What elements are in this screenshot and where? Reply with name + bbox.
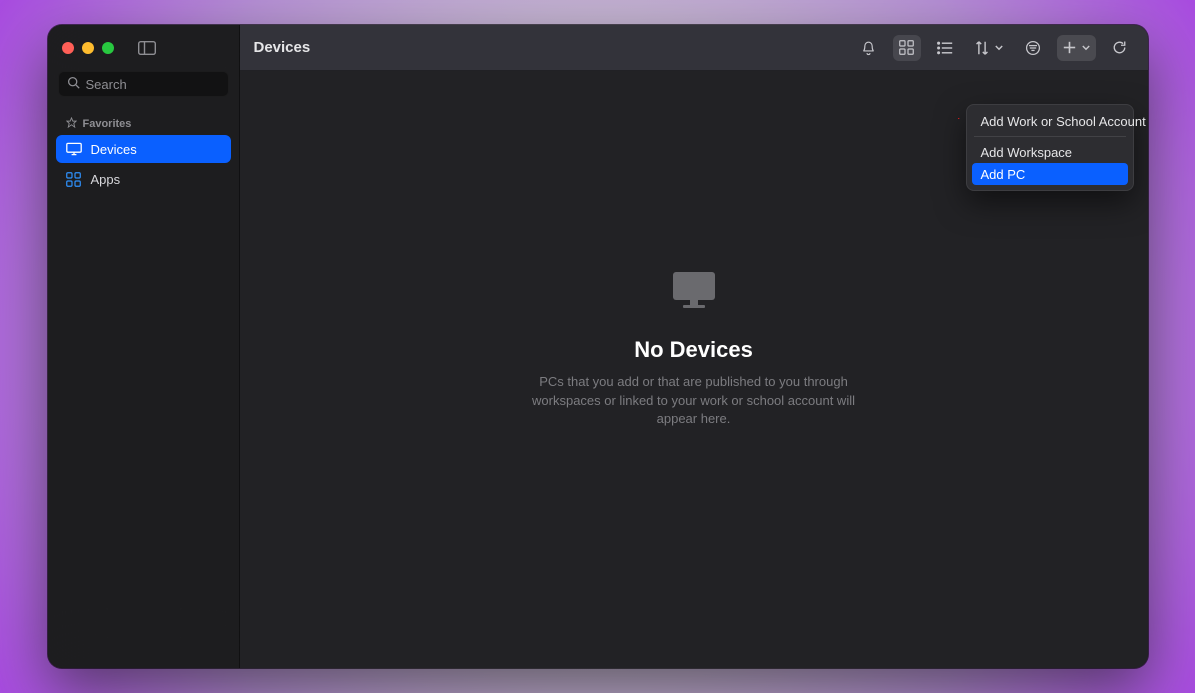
close-window-button[interactable] [62, 42, 74, 54]
minimize-window-button[interactable] [82, 42, 94, 54]
add-menu: Add Work or School Account Add Workspace… [966, 104, 1134, 191]
app-window: Favorites Devices [48, 25, 1148, 668]
zoom-window-button[interactable] [102, 42, 114, 54]
titlebar [48, 25, 239, 71]
toolbar: Devices [240, 25, 1148, 71]
traffic-lights [62, 42, 114, 54]
search-field[interactable] [58, 71, 229, 97]
page-title: Devices [254, 39, 311, 56]
plus-icon [1063, 41, 1076, 54]
refresh-icon [1112, 40, 1127, 55]
chevron-down-icon [1082, 45, 1090, 51]
chevron-down-icon [995, 45, 1003, 51]
annotation-arrow [878, 117, 968, 119]
filter-lines-icon [1025, 40, 1041, 56]
bell-icon [861, 40, 876, 56]
grid-icon [899, 40, 914, 55]
sidebar-item-devices[interactable]: Devices [56, 135, 231, 163]
list-view-button[interactable] [931, 35, 959, 61]
menu-item-label: Add Work or School Account [981, 114, 1146, 129]
refresh-button[interactable] [1106, 35, 1134, 61]
monitor-large-icon [669, 270, 719, 317]
sidebar-item-label: Devices [91, 142, 137, 157]
sort-button[interactable] [969, 35, 1009, 61]
sidebar: Favorites Devices [48, 25, 240, 668]
list-icon [937, 41, 953, 55]
notifications-button[interactable] [855, 35, 883, 61]
menu-item-add-workspace[interactable]: Add Workspace [972, 141, 1128, 163]
sidebar-section-label: Favorites [83, 118, 132, 130]
menu-item-add-pc[interactable]: Add PC [972, 163, 1128, 185]
search-icon [67, 76, 80, 92]
menu-item-label: Add PC [981, 167, 1026, 182]
sort-icon [975, 40, 989, 56]
search-input[interactable] [86, 77, 262, 92]
add-button[interactable] [1057, 35, 1096, 61]
menu-item-add-work-school-account[interactable]: Add Work or School Account [972, 110, 1128, 132]
sidebar-section-favorites: Favorites [48, 107, 239, 135]
sidebar-item-apps[interactable]: Apps [56, 165, 231, 193]
monitor-icon [66, 142, 82, 156]
main-pane: Devices [240, 25, 1148, 668]
empty-title: No Devices [634, 337, 753, 363]
menu-separator [974, 136, 1126, 137]
toggle-sidebar-button[interactable] [136, 40, 158, 56]
filter-button[interactable] [1019, 35, 1047, 61]
empty-subtitle: PCs that you add or that are published t… [514, 373, 874, 430]
menu-item-label: Add Workspace [981, 145, 1073, 160]
star-icon [66, 117, 77, 131]
sidebar-item-label: Apps [91, 172, 121, 187]
apps-icon [66, 172, 82, 187]
grid-view-button[interactable] [893, 35, 921, 61]
